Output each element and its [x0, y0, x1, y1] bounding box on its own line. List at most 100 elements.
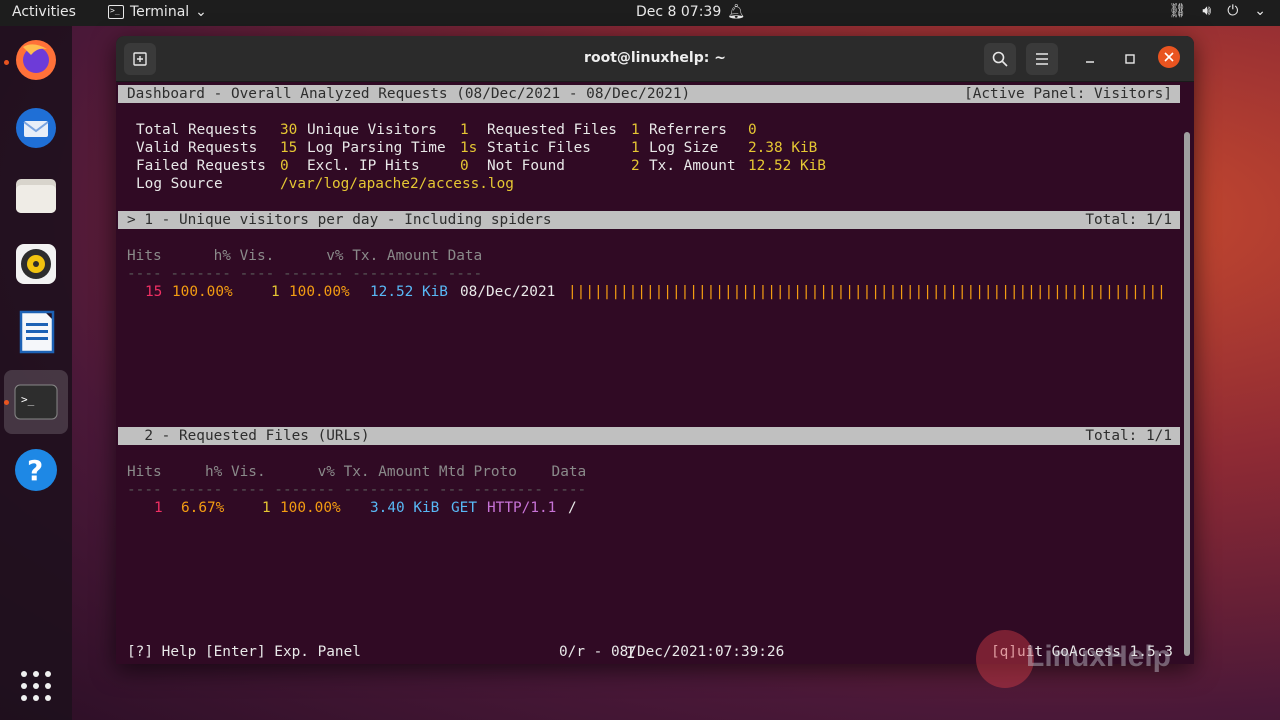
panel-files-title: 2 - Requested Files (URLs) [127, 428, 370, 444]
close-icon [1164, 52, 1174, 62]
total-requests-value: 30 [280, 122, 298, 138]
terminal-window: root@linuxhelp: ~ Dashboard - Overall An… [116, 36, 1194, 664]
volume-icon: 🔊︎ [1202, 3, 1212, 19]
search-icon [992, 51, 1008, 67]
log-parsing-time-label: Log Parsing Time [307, 140, 446, 156]
not-found-label: Not Found [487, 158, 565, 174]
clock[interactable]: Dec 8 07:39 🔔︎ [636, 4, 745, 20]
activities-button[interactable]: Activities [12, 4, 76, 20]
hits-percent: 6.67% [181, 500, 225, 516]
chevron-down-icon: ⌄ [1254, 3, 1266, 19]
watermark-text: LinuxHelp [1026, 640, 1172, 673]
system-tray[interactable]: ⛓ 🔊︎ ⏻ ⌄ [1169, 3, 1266, 19]
visitors-percent: 100.00% [280, 500, 341, 516]
terminal-icon[interactable]: >_ [12, 378, 60, 426]
app-menu[interactable]: >_ Terminal ⌄ [108, 4, 207, 20]
app-name: Terminal [130, 4, 190, 20]
maximize-icon [1125, 54, 1135, 64]
panel-files-columns: Hits h% Vis. v% Tx. Amount Mtd Proto Dat… [127, 464, 587, 480]
overview-row-2: Valid Requests 15 Log Parsing Time 1s St… [116, 139, 1194, 157]
referrers-label: Referrers [649, 122, 727, 138]
tx-amount-cell: 12.52 KiB [370, 284, 448, 300]
static-files-value: 1 [631, 140, 640, 156]
minimize-button[interactable] [1074, 43, 1106, 75]
help-icon[interactable]: ? [12, 446, 60, 494]
visitors-percent: 100.00% [289, 284, 350, 300]
running-indicator [4, 60, 9, 65]
panel-files-divider: ---- ------ ---- ------- ---------- --- … [127, 482, 587, 498]
method-cell: GET [451, 500, 477, 516]
hits-percent: 100.00% [172, 284, 233, 300]
files-icon[interactable] [12, 172, 60, 220]
valid-requests-value: 15 [280, 140, 298, 156]
log-source-label: Log Source [136, 176, 223, 192]
text-cursor-icon: I [626, 643, 636, 662]
log-size-label: Log Size [649, 140, 719, 156]
running-indicator [4, 400, 9, 405]
bell-icon: 🔔︎ [727, 4, 746, 20]
hits-value: 15 [145, 284, 163, 300]
url-cell: / [568, 500, 577, 516]
footer-help: [?] Help [Enter] Exp. Panel [127, 644, 361, 660]
dock: >_ ? [0, 26, 72, 720]
not-found-value: 2 [631, 158, 640, 174]
power-icon: ⏻ [1227, 3, 1239, 19]
top-bar: Activities >_ Terminal ⌄ Dec 8 07:39 🔔︎ … [0, 0, 1280, 26]
log-parsing-time-value: 1s [460, 140, 478, 156]
svg-text:?: ? [27, 454, 43, 487]
visitors-value: 1 [271, 284, 280, 300]
minimize-icon [1086, 61, 1094, 63]
clock-text: Dec 8 07:39 [636, 4, 722, 20]
total-requests-label: Total Requests [136, 122, 258, 138]
firefox-icon[interactable] [12, 36, 60, 84]
excl-ip-hits-value: 0 [460, 158, 469, 174]
svg-text:>_: >_ [21, 393, 35, 406]
tx-amount-value: 12.52 KiB [748, 158, 826, 174]
protocol-cell: HTTP/1.1 [487, 500, 557, 516]
failed-requests-label: Failed Requests [136, 158, 266, 174]
panel-files-header[interactable]: 2 - Requested Files (URLs) Total: 1/1 [118, 427, 1180, 445]
libreoffice-writer-icon[interactable] [12, 308, 60, 356]
date-cell: 08/Dec/2021 [460, 284, 556, 300]
overview-row-1: Total Requests 30 Unique Visitors 1 Requ… [116, 121, 1194, 139]
tx-amount-label: Tx. Amount [649, 158, 736, 174]
menu-icon [1036, 53, 1048, 65]
valid-requests-label: Valid Requests [136, 140, 258, 156]
footer-timestamp: 0/r - 08/Dec/2021:07:39:26 [559, 644, 785, 660]
search-button[interactable] [984, 43, 1016, 75]
show-applications-icon[interactable] [12, 662, 60, 710]
tx-amount-cell: 3.40 KiB [370, 500, 440, 516]
requested-files-value: 1 [631, 122, 640, 138]
hamburger-menu-button[interactable] [1026, 43, 1058, 75]
active-panel-label: [Active Panel: Visitors] [964, 86, 1172, 102]
network-icon: ⛓ [1168, 3, 1187, 19]
panel-visitors-title: > 1 - Unique visitors per day - Includin… [127, 212, 552, 228]
panel-files-total: Total: 1/1 [1085, 428, 1172, 444]
static-files-label: Static Files [487, 140, 591, 156]
dashboard-title: Dashboard - Overall Analyzed Requests (0… [127, 86, 691, 102]
visitors-bar: ||||||||||||||||||||||||||||||||||||||||… [568, 284, 1166, 300]
terminal-body[interactable]: Dashboard - Overall Analyzed Requests (0… [116, 82, 1194, 664]
overview-row-4: Log Source /var/log/apache2/access.log [116, 175, 1194, 193]
excl-ip-hits-label: Excl. IP Hits [307, 158, 420, 174]
panel-visitors-divider: ---- ------- ---- ------- ---------- ---… [127, 266, 483, 282]
visitors-value: 1 [262, 500, 271, 516]
rhythmbox-icon[interactable] [12, 240, 60, 288]
close-button[interactable] [1158, 46, 1180, 68]
unique-visitors-value: 1 [460, 122, 469, 138]
failed-requests-value: 0 [280, 158, 289, 174]
panel-visitors-header[interactable]: > 1 - Unique visitors per day - Includin… [118, 211, 1180, 229]
log-size-value: 2.38 KiB [748, 140, 818, 156]
chevron-down-icon: ⌄ [195, 4, 207, 20]
title-bar[interactable]: root@linuxhelp: ~ [116, 36, 1194, 82]
requested-files-label: Requested Files [487, 122, 617, 138]
terminal-icon: >_ [108, 5, 124, 19]
dashboard-header: Dashboard - Overall Analyzed Requests (0… [118, 85, 1180, 103]
unique-visitors-label: Unique Visitors [307, 122, 437, 138]
table-row[interactable]: 1 6.67% 1 100.00% 3.40 KiB GET HTTP/1.1 … [116, 499, 1194, 517]
panel-visitors-columns: Hits h% Vis. v% Tx. Amount Data [127, 248, 483, 264]
thunderbird-icon[interactable] [12, 104, 60, 152]
scrollbar[interactable] [1184, 132, 1190, 656]
maximize-button[interactable] [1114, 43, 1146, 75]
table-row[interactable]: 15 100.00% 1 100.00% 12.52 KiB 08/Dec/20… [116, 283, 1194, 301]
